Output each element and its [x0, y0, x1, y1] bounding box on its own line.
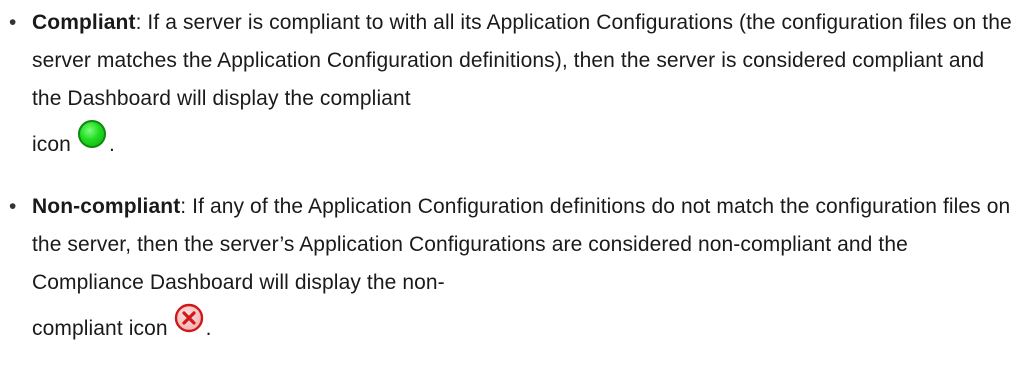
- bullet-dot: •: [9, 11, 17, 34]
- document: • Compliant: If a server is compliant to…: [0, 0, 1018, 384]
- green-circle-icon: [77, 119, 109, 151]
- tail-text-compliant: icon: [32, 133, 71, 156]
- list-item-non-compliant: • Non-compliant: If any of the Applicati…: [0, 188, 1018, 356]
- end-punct-compliant: .: [108, 133, 115, 156]
- end-punct-non-compliant: .: [205, 317, 212, 340]
- tail-text-non-compliant: compliant icon: [32, 317, 168, 340]
- icon-line-non-compliant: compliant icon .: [32, 302, 212, 356]
- term-compliant: Compliant: [32, 11, 136, 34]
- icon-line-compliant: icon.: [32, 118, 115, 172]
- red-x-circle-icon: [174, 303, 206, 335]
- term-non-compliant: Non-compliant: [32, 195, 181, 218]
- bullet-list: • Compliant: If a server is compliant to…: [0, 4, 1018, 356]
- description-compliant: : If a server is compliant to with all i…: [32, 11, 1012, 110]
- list-item-compliant: • Compliant: If a server is compliant to…: [0, 4, 1018, 172]
- bullet-dot: •: [9, 195, 17, 218]
